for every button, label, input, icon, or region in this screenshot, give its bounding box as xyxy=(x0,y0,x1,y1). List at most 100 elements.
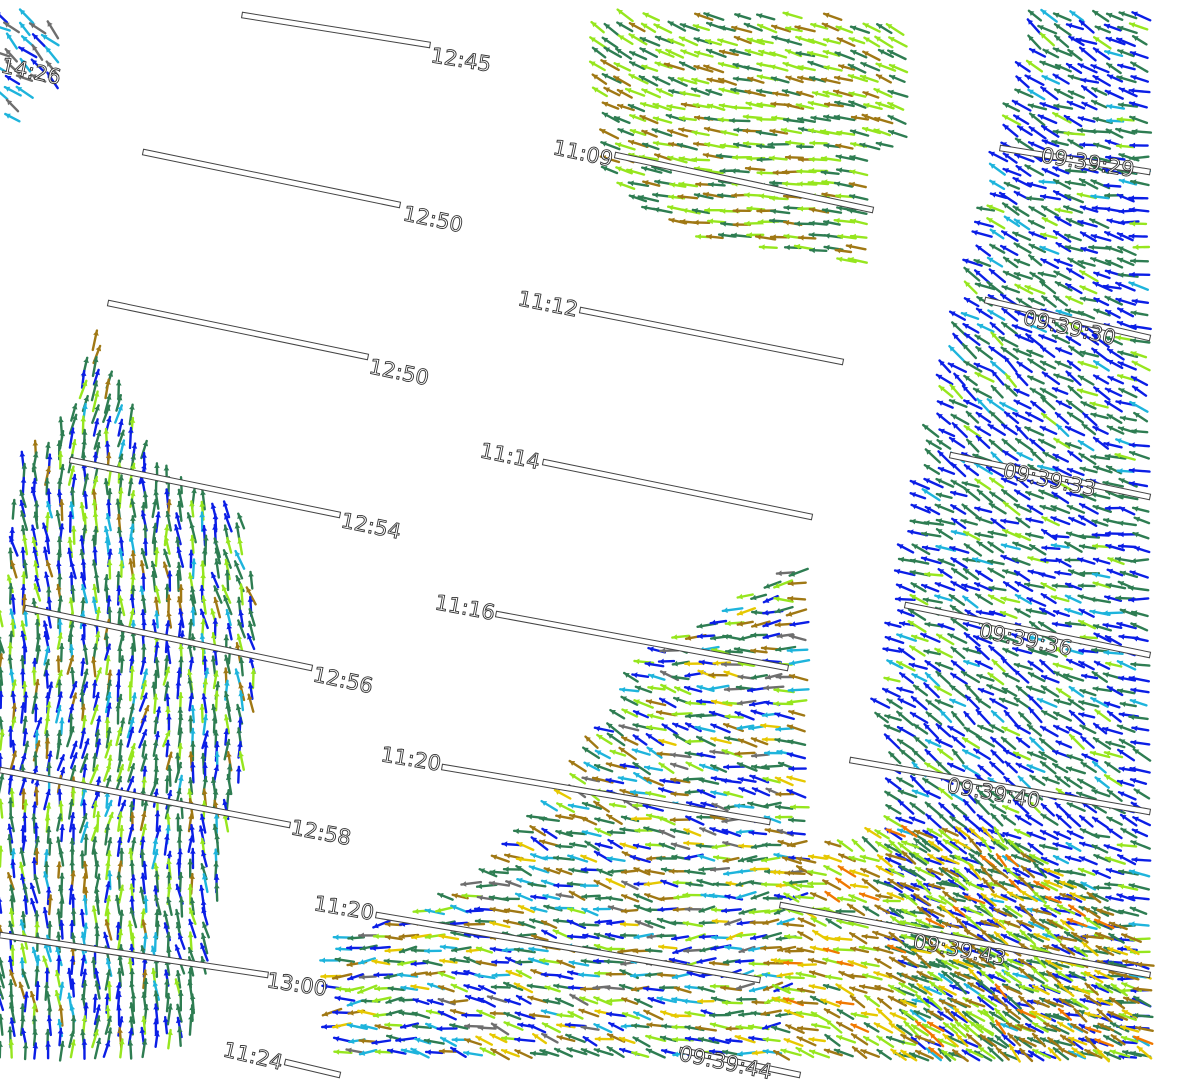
wind-arrow-head xyxy=(59,718,65,724)
wind-arrow-head xyxy=(141,620,147,626)
wind-arrow-head xyxy=(1119,633,1125,640)
wind-arrow-head xyxy=(0,717,4,723)
wind-arrow-head xyxy=(0,774,5,780)
wind-arrow-head xyxy=(82,895,88,901)
wind-arrow-head xyxy=(190,848,196,854)
wind-arrow-head xyxy=(9,528,16,533)
wind-arrow-head xyxy=(1119,208,1125,215)
wind-arrow-head xyxy=(733,207,739,214)
wind-arrow-head xyxy=(213,861,219,867)
wind-arrow-head xyxy=(130,551,137,557)
wind-arrow-head xyxy=(733,221,739,228)
wind-arrow-head xyxy=(824,233,830,239)
wind-arrow-head xyxy=(0,898,3,902)
wind-arrow-head xyxy=(1039,179,1045,185)
wind-arrow-head xyxy=(11,499,17,505)
wind-arrow-head xyxy=(166,884,173,890)
wind-arrow-head xyxy=(1119,711,1125,718)
wind-arrow-head xyxy=(223,635,230,641)
wind-arrow-head xyxy=(797,181,803,187)
wind-arrow-head xyxy=(1079,533,1084,540)
wind-arrow-head xyxy=(140,574,147,579)
wind-arrow-head xyxy=(44,815,51,821)
wind-arrow-head xyxy=(743,128,749,134)
wind-arrow-head xyxy=(140,644,147,650)
wind-arrow-head xyxy=(810,140,816,146)
wind-arrow-head xyxy=(797,168,803,175)
wind-arrow-head xyxy=(80,704,87,710)
wind-arrow-head xyxy=(1131,661,1137,668)
wind-arrow-head xyxy=(142,492,149,498)
wind-arrow-head xyxy=(117,740,124,746)
wind-arrow-head xyxy=(103,428,110,434)
wind-arrow-head xyxy=(116,872,122,878)
wind-arrow-head xyxy=(1131,258,1136,264)
wind-arrow-head xyxy=(1118,531,1124,538)
wind-arrow-head xyxy=(836,193,842,199)
wind-arrow-head xyxy=(92,512,99,518)
wind-arrow-head xyxy=(0,668,4,673)
wind-arrow-head xyxy=(798,234,804,241)
wind-arrow-head xyxy=(115,703,122,709)
wind-arrow-head xyxy=(105,453,112,459)
wind-arrow-head xyxy=(795,220,800,227)
wind-arrow-head xyxy=(7,643,14,649)
wind-arrow-head xyxy=(175,814,181,820)
wind-arrow-head xyxy=(744,192,750,198)
wind-arrow-head xyxy=(178,657,184,663)
wind-arrow-head xyxy=(32,440,39,446)
wind-arrow-head xyxy=(71,526,77,532)
wind-arrow-head xyxy=(165,707,171,712)
wind-arrow-head xyxy=(163,525,170,531)
wind-arrow-head xyxy=(924,520,930,526)
wind-arrow-head xyxy=(190,634,196,640)
wind-arrow-head xyxy=(782,169,788,175)
wind-arrow-head xyxy=(212,514,219,520)
wind-arrow-head xyxy=(1118,272,1124,278)
wind-arrow-head xyxy=(59,825,66,831)
wind-arrow-head xyxy=(696,233,701,240)
wind-arrow-head xyxy=(70,788,77,794)
wind-arrow-head xyxy=(732,104,738,111)
wind-arrow-head xyxy=(177,707,184,713)
wind-arrow-head xyxy=(785,244,790,251)
wind-arrow-head xyxy=(1117,842,1123,848)
wind-arrow-head xyxy=(80,416,87,422)
wind-arrow-head xyxy=(784,204,790,211)
wind-arrow-head xyxy=(730,168,736,174)
wind-arrow-head xyxy=(746,165,751,172)
wind-arrow-head xyxy=(248,571,254,577)
wind-arrow-head xyxy=(1132,856,1138,863)
wind-arrow-head xyxy=(175,680,182,686)
wind-arrow-head xyxy=(58,417,64,423)
wind-arrow-field xyxy=(0,8,1155,1063)
wind-arrow-head xyxy=(92,547,98,553)
wind-arrow-head xyxy=(115,682,122,687)
wind-arrow-head xyxy=(250,669,257,674)
wind-arrow-head xyxy=(708,181,714,188)
wind-arrow-head xyxy=(140,788,146,794)
wind-arrow-head xyxy=(70,871,76,877)
wind-arrow-head xyxy=(7,584,14,589)
wind-arrow-head xyxy=(669,194,674,200)
wind-arrow-head xyxy=(214,752,220,757)
wind-arrow-head xyxy=(757,170,763,176)
wind-arrow-head xyxy=(130,574,136,580)
wind-arrow-head xyxy=(31,814,37,820)
wind-arrow-head xyxy=(154,642,160,648)
wind-arrow-head xyxy=(104,441,111,447)
wind-arrow-head xyxy=(45,587,52,593)
wind-arrow-head xyxy=(22,716,28,722)
wind-arrow-head xyxy=(1129,442,1135,448)
wind-arrow-head xyxy=(142,539,149,544)
wind-arrow-head xyxy=(139,850,146,855)
wind-arrow-head xyxy=(1026,195,1032,202)
wind-arrow-head xyxy=(21,643,28,649)
wind-arrow-head xyxy=(694,141,699,147)
wind-arrow-head xyxy=(1133,244,1139,251)
wind-arrow-head xyxy=(33,501,40,507)
wind-arrow-head xyxy=(773,169,779,176)
wind-arrow-head xyxy=(177,849,183,855)
wind-arrow-head xyxy=(81,439,87,445)
wind-arrow-head xyxy=(69,488,76,493)
